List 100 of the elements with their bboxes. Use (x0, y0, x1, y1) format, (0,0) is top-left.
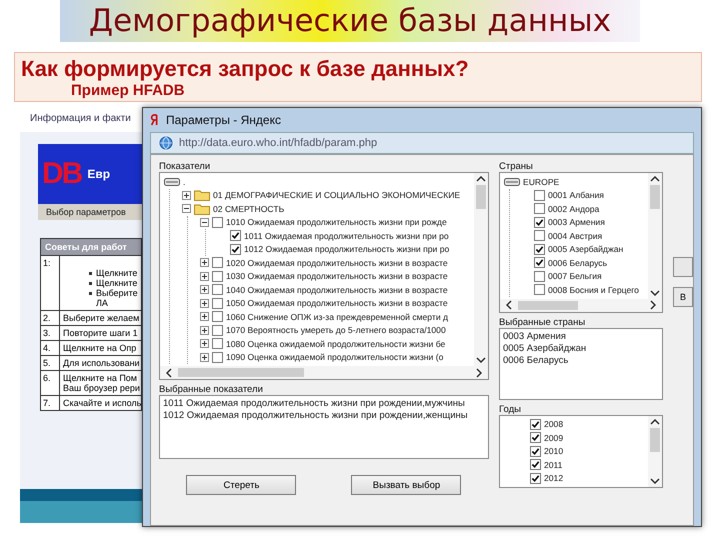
checkbox[interactable] (530, 446, 541, 457)
tree-item[interactable]: 1012 Ожидаемая продолжительность жизни при ро (244, 244, 450, 254)
group-label: Страны (498, 161, 534, 172)
checkbox[interactable] (212, 270, 223, 282)
tree-item[interactable]: 2008 (544, 419, 564, 430)
vertical-scrollbar[interactable] (648, 173, 662, 298)
horizontal-scrollbar[interactable] (160, 366, 488, 379)
checkbox[interactable] (530, 472, 541, 484)
checkbox[interactable] (212, 216, 223, 228)
tree-item[interactable]: 0006 Беларусь (548, 258, 608, 268)
list-item[interactable]: 0006 Беларусь (502, 354, 659, 366)
checkbox[interactable] (230, 244, 241, 255)
vertical-scrollbar[interactable] (648, 416, 662, 487)
tree-item[interactable]: . (183, 176, 186, 187)
checkbox[interactable] (530, 432, 541, 444)
checkbox[interactable] (530, 418, 541, 430)
tree-item[interactable]: 02 СМЕРТНОСТЬ (213, 204, 284, 214)
tree-item[interactable]: 0008 Босния и Герцего (548, 284, 639, 295)
expand-toggle[interactable] (182, 190, 191, 200)
tree-item[interactable]: 1070 Вероятность умереть до 5-летнего возраста/1000 (226, 325, 446, 336)
checkbox[interactable] (534, 270, 545, 282)
collapse-toggle[interactable] (182, 204, 191, 214)
expand-toggle[interactable] (200, 272, 209, 281)
tree-item[interactable]: 0004 Австрия (548, 230, 602, 241)
checkbox[interactable] (212, 298, 223, 309)
checkbox[interactable] (534, 244, 545, 255)
dialog-button[interactable]: Вызвать выбор (351, 475, 462, 495)
chevron-right-icon[interactable] (476, 368, 482, 378)
tree-item[interactable]: 1010 Ожидаемая продолжительность жизни при рожде (226, 217, 447, 228)
expand-toggle[interactable] (200, 258, 209, 268)
vertical-scrollbar[interactable] (474, 173, 488, 366)
chevron-down-icon[interactable] (650, 478, 660, 484)
table-cell: Выберите желаем (63, 313, 140, 323)
checkbox[interactable] (212, 324, 223, 336)
tree-item[interactable]: 1050 Ожидаемая продолжительность жизни в возрасте (226, 298, 448, 308)
side-button[interactable] (673, 257, 693, 277)
list-item[interactable]: 0005 Азербайджан (502, 342, 659, 354)
checkbox[interactable] (530, 459, 541, 470)
tree-item[interactable]: 1011 Ожидаемая продолжительность жизни при ро (244, 230, 449, 241)
scrollbar-thumb[interactable] (518, 300, 578, 310)
side-button[interactable]: В (673, 287, 693, 307)
scrollbar-thumb[interactable] (178, 368, 304, 377)
tree-item[interactable]: 01 ДЕМОГРАФИЧЕСКИЕ И СОЦИАЛЬНО ЭКОНОМИЧЕСКИЕ (213, 190, 460, 200)
tree-item[interactable]: 1060 Снижение ОПЖ из-за преждевременной смерти д (226, 312, 448, 322)
list-item[interactable]: 1011 Ожидаемая продолжительность жизни при рождении,мужчины (163, 398, 485, 410)
tree-item[interactable]: 2011 (544, 460, 562, 470)
checkbox[interactable] (534, 203, 545, 214)
checkbox[interactable] (212, 338, 223, 350)
group-label: Выбранные показатели (159, 384, 264, 395)
chevron-right-icon[interactable] (650, 300, 656, 310)
list-item[interactable]: 0003 Армения (502, 330, 659, 342)
scrollbar-thumb[interactable] (476, 185, 486, 209)
address-field[interactable]: http://data.euro.who.int/hfadb/param.php (179, 137, 378, 149)
collapse-toggle[interactable] (200, 218, 209, 227)
tree-item[interactable]: 1090 Оценка ожидаемой продолжительности жизни (о (226, 352, 444, 362)
chevron-up-icon[interactable] (476, 176, 486, 182)
checkbox[interactable] (534, 216, 545, 228)
checkbox[interactable] (212, 257, 223, 268)
table-cell: 3. (41, 326, 60, 340)
checkbox[interactable] (534, 190, 545, 201)
expand-toggle[interactable] (200, 312, 209, 322)
tree-item[interactable]: 0002 Андора (548, 204, 600, 214)
scrollbar-thumb[interactable] (650, 185, 660, 209)
checkbox[interactable] (534, 284, 545, 296)
tree-item[interactable]: 0005 Азербайджан (548, 244, 624, 254)
checkbox[interactable] (212, 311, 223, 322)
page-tab[interactable]: Выбор параметров (38, 204, 142, 220)
tree-item[interactable]: 1040 Ожидаемая продолжительность жизни в возрасте (226, 284, 448, 295)
tree-item[interactable]: 1030 Ожидаемая продолжительность жизни в возрасте (226, 271, 448, 282)
chevron-left-icon[interactable] (506, 300, 512, 310)
tree-item[interactable]: 1020 Ожидаемая продолжительность жизни в возрасте (226, 258, 448, 268)
tree-item[interactable]: 2012 (544, 473, 564, 484)
tree-item[interactable]: EUROPE (522, 176, 560, 187)
chevron-left-icon[interactable] (166, 368, 172, 378)
scrollbar-thumb[interactable] (650, 428, 660, 452)
chevron-down-icon[interactable] (650, 290, 660, 296)
tree-item[interactable]: 2010 (544, 446, 564, 456)
checkbox[interactable] (534, 230, 545, 242)
expand-toggle[interactable] (200, 352, 209, 362)
globe-icon (159, 136, 173, 150)
tree-item[interactable]: 1080 Оценка ожидаемой продолжительности жизни бе (226, 338, 446, 349)
expand-toggle[interactable] (200, 285, 209, 294)
chevron-up-icon[interactable] (650, 176, 660, 182)
horizontal-scrollbar[interactable] (500, 298, 662, 312)
tree-item[interactable]: 0001 Албания (548, 190, 604, 200)
tree-item[interactable]: 2009 (544, 432, 564, 443)
checkbox[interactable] (230, 230, 241, 242)
tree-item[interactable]: 0003 Армения (548, 217, 605, 228)
group-label: Показатели (159, 161, 212, 172)
chevron-down-icon[interactable] (476, 357, 486, 363)
list-item[interactable]: 1012 Ожидаемая продолжительность жизни при рождении,женщины (163, 410, 485, 422)
checkbox[interactable] (212, 352, 223, 363)
tree-item[interactable]: 0007 Бельгия (548, 271, 602, 282)
expand-toggle[interactable] (200, 298, 209, 308)
checkbox[interactable] (534, 257, 545, 268)
expand-toggle[interactable] (200, 326, 209, 335)
expand-toggle[interactable] (200, 339, 209, 348)
chevron-up-icon[interactable] (650, 418, 660, 424)
dialog-button[interactable]: Стереть (186, 475, 296, 495)
checkbox[interactable] (212, 284, 223, 296)
